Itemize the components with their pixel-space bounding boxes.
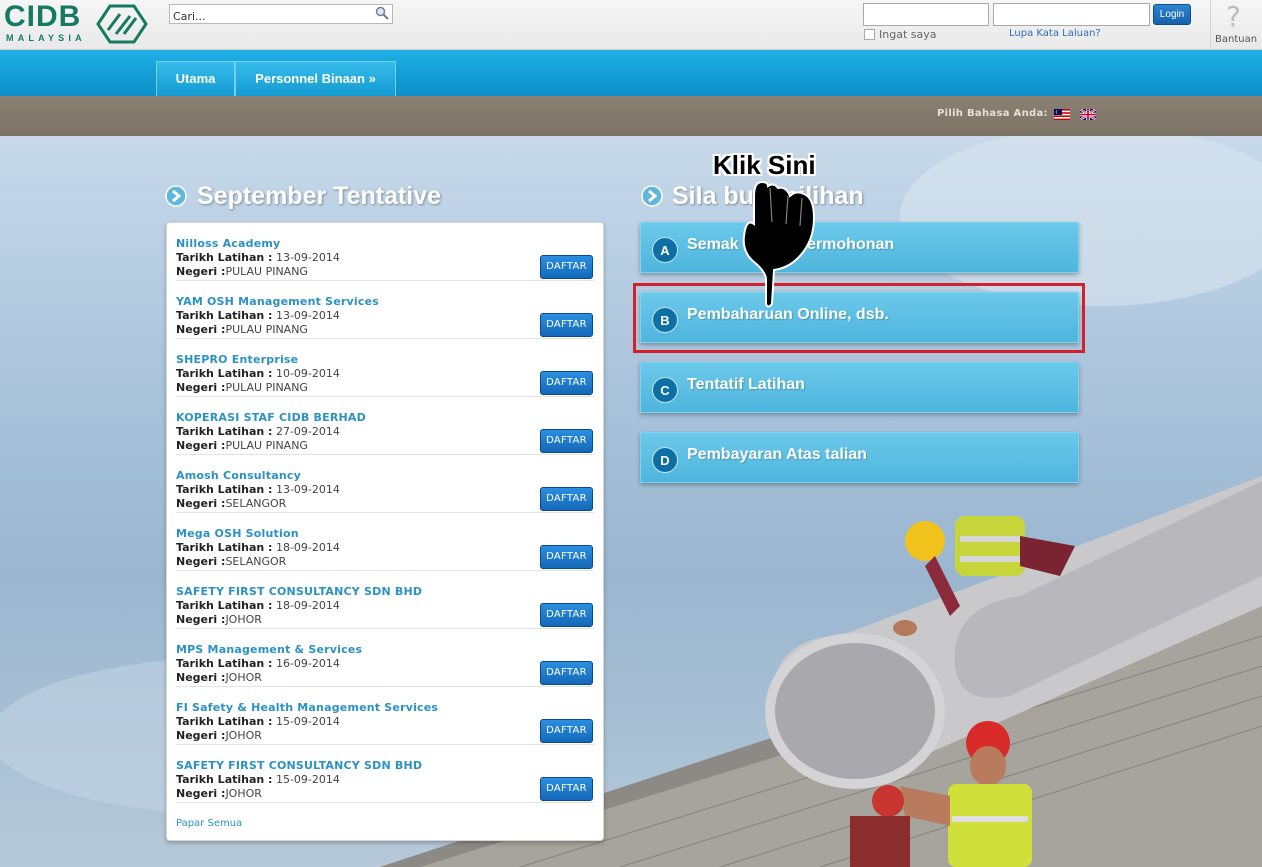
daftar-button[interactable]: DAFTAR xyxy=(540,371,593,395)
option-label: Tentatif Latihan xyxy=(687,376,805,393)
list-item: SAFETY FIRST CONSULTANCY SDN BHD Tarikh … xyxy=(176,745,594,803)
chevron-circle-icon xyxy=(641,185,663,207)
search-box[interactable] xyxy=(169,4,393,26)
daftar-button[interactable]: DAFTAR xyxy=(540,429,593,453)
daftar-button[interactable]: DAFTAR xyxy=(540,545,593,569)
option-letter-badge: D xyxy=(652,447,678,473)
daftar-button[interactable]: DAFTAR xyxy=(540,603,593,627)
daftar-button[interactable]: DAFTAR xyxy=(540,777,593,801)
training-date: Tarikh Latihan : 18-09-2014 xyxy=(176,541,340,554)
training-state: Negeri :JOHOR xyxy=(176,729,262,742)
training-state: Negeri :PULAU PINANG xyxy=(176,381,308,394)
daftar-button[interactable]: DAFTAR xyxy=(540,313,593,337)
option-tentatif-latihan[interactable]: C Tentatif Latihan xyxy=(640,362,1079,413)
training-date: Tarikh Latihan : 15-09-2014 xyxy=(176,773,340,786)
tab-personnel-binaan[interactable]: Personnel Binaan » xyxy=(235,61,396,96)
remember-checkbox[interactable] xyxy=(864,29,875,40)
header-divider xyxy=(1210,0,1211,48)
username-field[interactable] xyxy=(863,3,989,26)
search-input[interactable] xyxy=(170,7,366,26)
training-date: Tarikh Latihan : 13-09-2014 xyxy=(176,309,340,322)
logo-text: CIDB xyxy=(4,0,82,33)
training-state: Negeri :SELANGOR xyxy=(176,555,287,568)
tentative-list: Nilloss Academy Tarikh Latihan : 13-09-2… xyxy=(166,222,604,841)
org-name-link[interactable]: MPS Management & Services xyxy=(176,643,362,656)
forgot-password-link[interactable]: Lupa Kata Laluan? xyxy=(1009,28,1101,39)
training-date: Tarikh Latihan : 13-09-2014 xyxy=(176,483,340,496)
help-icon[interactable]: ? xyxy=(1226,0,1241,33)
view-all-link[interactable]: Papar Semua xyxy=(176,818,242,829)
training-date: Tarikh Latihan : 16-09-2014 xyxy=(176,657,340,670)
daftar-button[interactable]: DAFTAR xyxy=(540,719,593,743)
password-field[interactable] xyxy=(993,3,1150,26)
training-state: Negeri :SELANGOR xyxy=(176,497,287,510)
language-label: Pilih Bahasa Anda: xyxy=(937,108,1048,119)
login-button[interactable]: Login xyxy=(1153,4,1191,25)
option-letter-badge: C xyxy=(652,377,678,403)
training-date: Tarikh Latihan : 27-09-2014 xyxy=(176,425,340,438)
training-state: Negeri :JOHOR xyxy=(176,671,262,684)
tab-utama[interactable]: Utama xyxy=(156,61,235,96)
list-item: FI Safety & Health Management Services T… xyxy=(176,687,594,745)
training-state: Negeri :JOHOR xyxy=(176,787,262,800)
training-date: Tarikh Latihan : 13-09-2014 xyxy=(176,251,340,264)
list-item: YAM OSH Management Services Tarikh Latih… xyxy=(176,281,594,339)
search-icon[interactable] xyxy=(375,6,389,20)
org-name-link[interactable]: KOPERASI STAF CIDB BERHAD xyxy=(176,411,366,424)
language-bar: Pilih Bahasa Anda: xyxy=(0,96,1262,136)
org-name-link[interactable]: SAFETY FIRST CONSULTANCY SDN BHD xyxy=(176,585,422,598)
option-label: Pembayaran Atas talian xyxy=(687,446,867,463)
org-name-link[interactable]: Mega OSH Solution xyxy=(176,527,299,540)
training-date: Tarikh Latihan : 18-09-2014 xyxy=(176,599,340,612)
org-name-link[interactable]: SHEPRO Enterprise xyxy=(176,353,298,366)
list-item: SHEPRO Enterprise Tarikh Latihan : 10-09… xyxy=(176,339,594,397)
logo-subtext: MALAYSIA xyxy=(6,33,86,43)
training-state: Negeri :PULAU PINANG xyxy=(176,439,308,452)
option-semak-status[interactable]: A Semak Status Permohonan xyxy=(640,222,1079,273)
remember-me[interactable]: Ingat saya xyxy=(864,28,936,41)
chevron-circle-icon xyxy=(165,185,187,207)
training-state: Negeri :PULAU PINANG xyxy=(176,265,308,278)
klik-sini-callout: Klik Sini xyxy=(713,150,816,180)
org-name-link[interactable]: SAFETY FIRST CONSULTANCY SDN BHD xyxy=(176,759,422,772)
option-letter-badge: A xyxy=(652,237,678,263)
list-item: MPS Management & Services Tarikh Latihan… xyxy=(176,629,594,687)
highlight-box xyxy=(633,283,1085,353)
daftar-button[interactable]: DAFTAR xyxy=(540,487,593,511)
cidb-logo[interactable]: CIDB MALAYSIA xyxy=(4,0,148,46)
training-state: Negeri :JOHOR xyxy=(176,613,262,626)
training-state: Negeri :PULAU PINANG xyxy=(176,323,308,336)
list-item: Nilloss Academy Tarikh Latihan : 13-09-2… xyxy=(176,223,594,281)
list-item: SAFETY FIRST CONSULTANCY SDN BHD Tarikh … xyxy=(176,571,594,629)
remember-label: Ingat saya xyxy=(879,28,937,41)
uk-flag-icon[interactable] xyxy=(1080,109,1096,120)
list-item: Mega OSH Solution Tarikh Latihan : 18-09… xyxy=(176,513,594,571)
training-date: Tarikh Latihan : 15-09-2014 xyxy=(176,715,340,728)
tentative-title: September Tentative xyxy=(197,182,442,210)
malaysia-flag-icon[interactable] xyxy=(1054,109,1070,120)
cidb-emblem-icon xyxy=(96,4,148,44)
help-label[interactable]: Bantuan xyxy=(1215,34,1257,45)
pointing-hand-icon xyxy=(742,180,816,308)
daftar-button[interactable]: DAFTAR xyxy=(540,255,593,279)
daftar-button[interactable]: DAFTAR xyxy=(540,661,593,685)
main-nav: Utama Personnel Binaan » xyxy=(0,50,1262,96)
org-name-link[interactable]: Amosh Consultancy xyxy=(176,469,301,482)
training-date: Tarikh Latihan : 10-09-2014 xyxy=(176,367,340,380)
org-name-link[interactable]: YAM OSH Management Services xyxy=(176,295,379,308)
org-name-link[interactable]: Nilloss Academy xyxy=(176,237,280,250)
org-name-link[interactable]: FI Safety & Health Management Services xyxy=(176,701,438,714)
option-pembayaran-atas-talian[interactable]: D Pembayaran Atas talian xyxy=(640,432,1079,483)
top-header: CIDB MALAYSIA Login Ingat saya Lupa Kata… xyxy=(0,0,1262,50)
list-item: KOPERASI STAF CIDB BERHAD Tarikh Latihan… xyxy=(176,397,594,455)
list-item: Amosh Consultancy Tarikh Latihan : 13-09… xyxy=(176,455,594,513)
